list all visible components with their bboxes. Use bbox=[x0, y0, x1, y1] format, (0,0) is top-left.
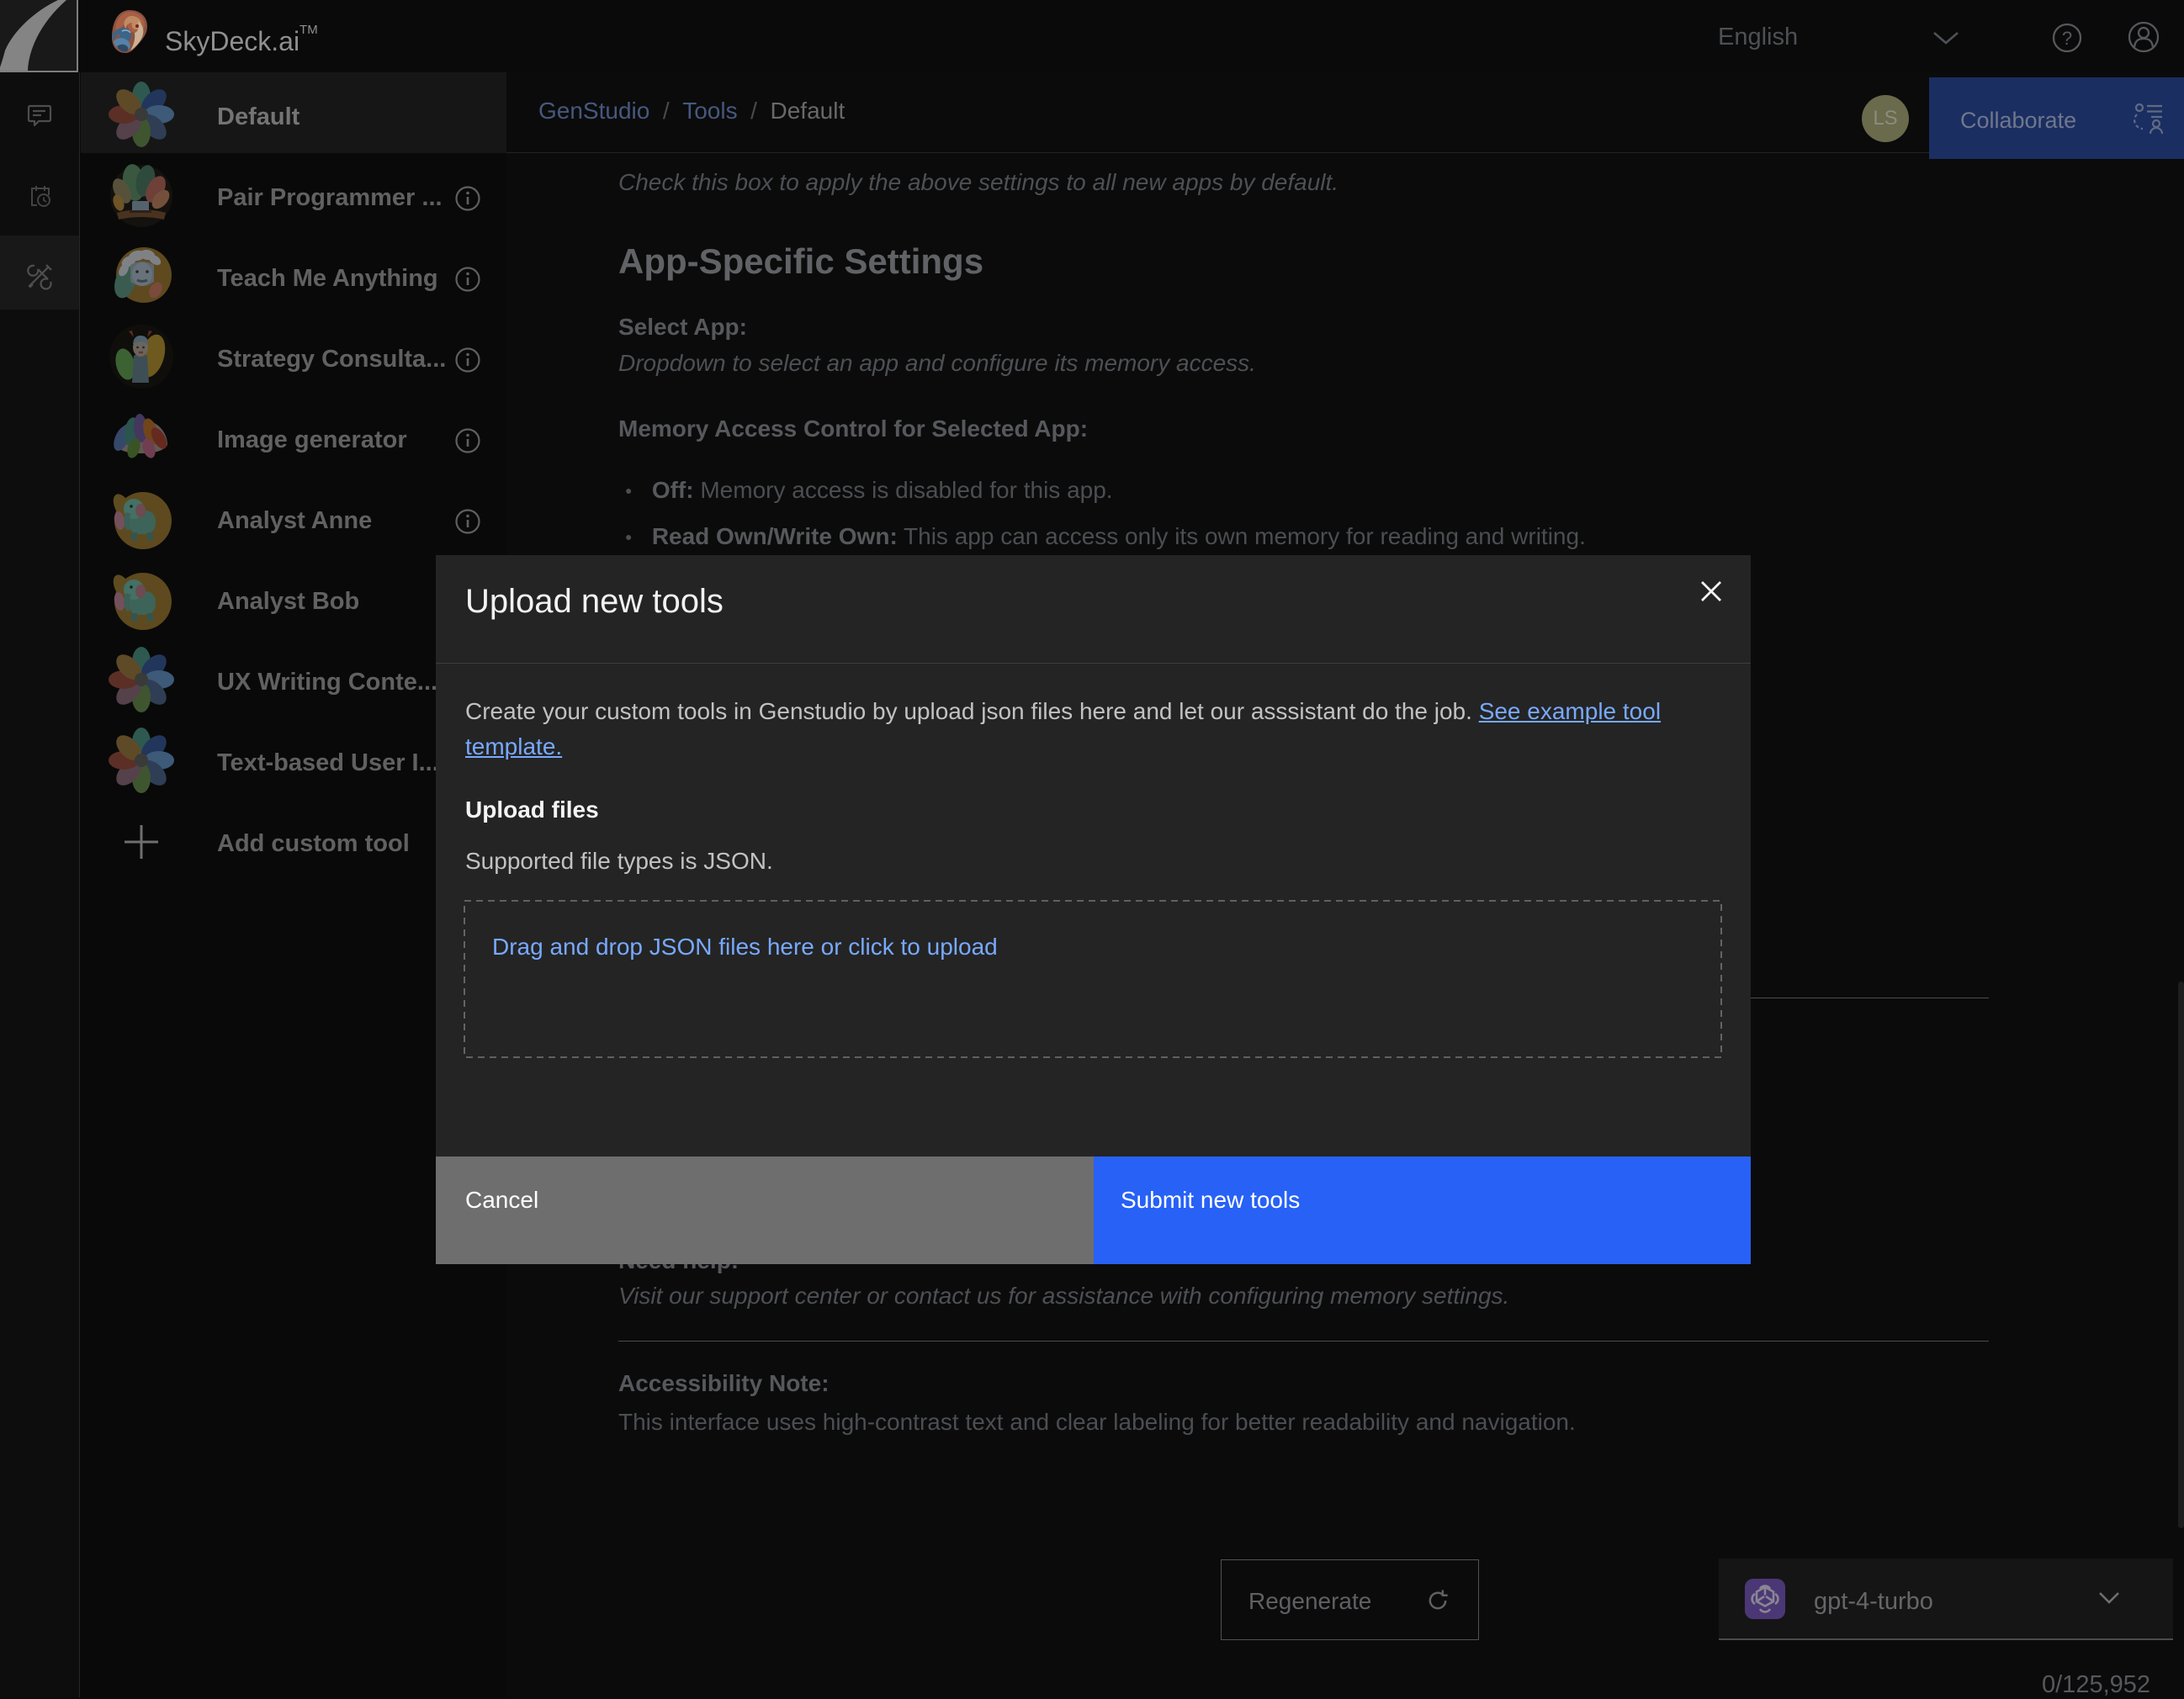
svg-text:?: ? bbox=[2062, 28, 2072, 49]
